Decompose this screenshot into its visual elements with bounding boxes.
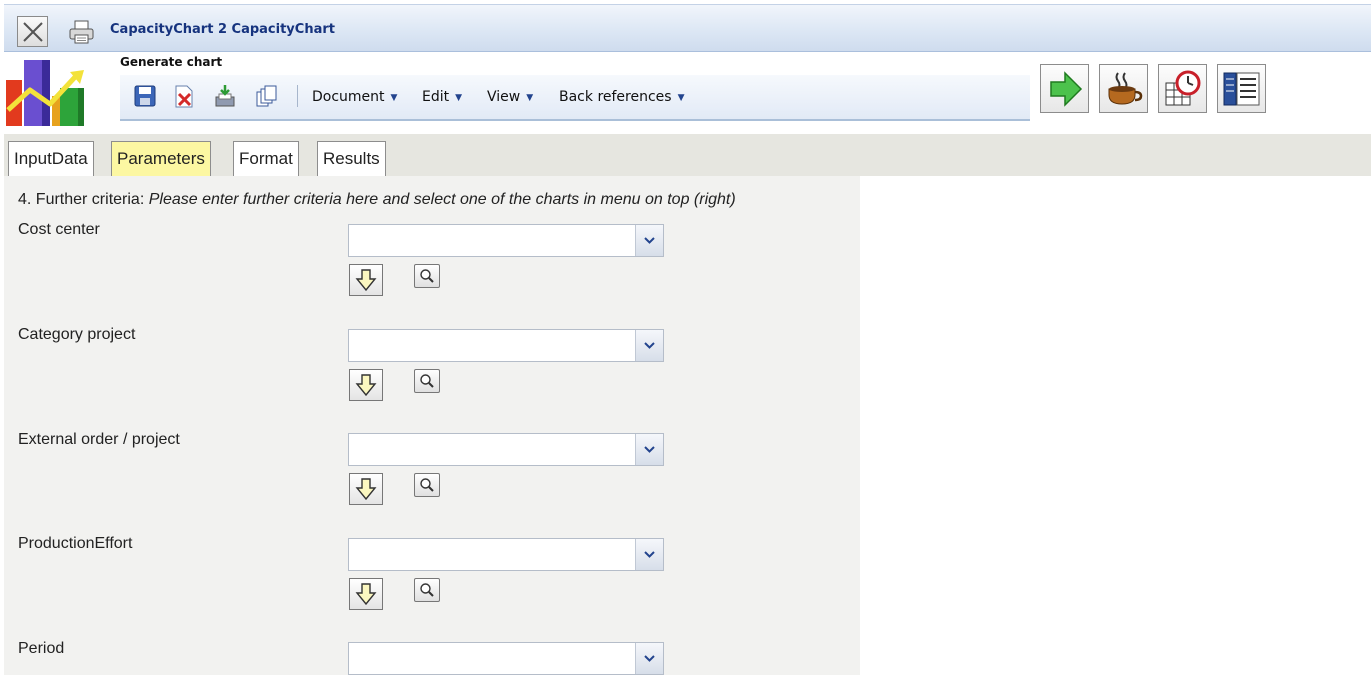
bar-chart-logo-icon: [4, 52, 118, 130]
printer-icon: [69, 20, 94, 44]
app-logo: [4, 52, 118, 130]
run-chart-button[interactable]: [1040, 64, 1089, 113]
field-label-cost-center: Cost center: [18, 221, 100, 238]
category-project-lookup-button[interactable]: [414, 369, 440, 393]
report-button[interactable]: [1217, 64, 1266, 113]
menu-edit-label: Edit: [422, 89, 450, 105]
next-arrow-icon: [1050, 71, 1083, 107]
save-icon: [134, 85, 156, 107]
delete-button[interactable]: [173, 84, 195, 108]
chevron-down-icon: [644, 342, 655, 349]
production-effort-select[interactable]: [348, 538, 664, 571]
external-order-add-button[interactable]: [349, 473, 383, 505]
field-label-category-project: Category project: [18, 326, 136, 343]
magnifier-icon: [420, 269, 434, 283]
production-effort-add-button[interactable]: [349, 578, 383, 610]
menu-view-label: View: [487, 89, 521, 105]
dropdown-button[interactable]: [635, 225, 663, 256]
menu-edit[interactable]: Edit ▼: [422, 89, 462, 105]
magnifier-icon: [420, 583, 434, 597]
parameters-panel: 4. Further criteria: Please enter furthe…: [4, 176, 860, 675]
copy-button[interactable]: [255, 84, 277, 108]
dropdown-button[interactable]: [635, 434, 663, 465]
toolbar: Document ▼ Edit ▼ View ▼ Back references ▼: [120, 75, 1030, 121]
dropdown-button[interactable]: [635, 643, 663, 674]
arrow-down-icon: [355, 269, 377, 292]
chevron-down-icon: [644, 551, 655, 558]
menu-back-references-label: Back references: [559, 89, 672, 105]
tab-inputdata[interactable]: InputData: [8, 141, 94, 176]
external-order-select[interactable]: [348, 433, 664, 466]
production-effort-lookup-button[interactable]: [414, 578, 440, 602]
dropdown-arrow-icon: ▼: [390, 93, 398, 103]
close-icon: [23, 22, 43, 42]
save-button[interactable]: [134, 84, 156, 108]
chevron-down-icon: [644, 237, 655, 244]
menu-back-references[interactable]: Back references ▼: [559, 89, 685, 105]
clock-calendar-icon: [1165, 70, 1201, 106]
menu-document[interactable]: Document ▼: [312, 89, 397, 105]
arrow-down-icon: [355, 583, 377, 606]
magnifier-icon: [420, 374, 434, 388]
chevron-down-icon: [644, 446, 655, 453]
tab-format[interactable]: Format: [233, 141, 299, 176]
chevron-down-icon: [644, 655, 655, 662]
field-label-period: Period: [18, 640, 65, 657]
coffee-button[interactable]: [1099, 64, 1148, 113]
category-project-add-button[interactable]: [349, 369, 383, 401]
dropdown-arrow-icon: ▼: [677, 93, 685, 103]
generate-chart-label: Generate chart: [120, 55, 223, 69]
external-order-lookup-button[interactable]: [414, 473, 440, 497]
criteria-hint: Please enter further criteria here and s…: [148, 191, 736, 208]
field-label-production-effort: ProductionEffort: [18, 535, 133, 552]
tab-results[interactable]: Results: [317, 141, 386, 176]
delete-icon: [175, 85, 193, 108]
menu-view[interactable]: View ▼: [487, 89, 533, 105]
tab-parameters[interactable]: Parameters: [111, 141, 211, 176]
criteria-heading: 4. Further criteria: Please enter furthe…: [18, 191, 736, 209]
report-list-icon: [1223, 72, 1260, 106]
dropdown-arrow-icon: ▼: [526, 93, 534, 103]
menu-document-label: Document: [312, 89, 385, 105]
title-bar: CapacityChart 2 CapacityChart: [4, 4, 1371, 52]
close-button[interactable]: [17, 16, 48, 47]
dropdown-button[interactable]: [635, 539, 663, 570]
toolbar-separator: [297, 85, 298, 107]
cost-center-select[interactable]: [348, 224, 664, 257]
dropdown-arrow-icon: ▼: [455, 93, 463, 103]
copy-icon: [256, 85, 277, 107]
export-icon: [215, 85, 235, 107]
arrow-down-icon: [355, 374, 377, 397]
coffee-icon: [1108, 72, 1143, 105]
field-label-external-order: External order / project: [18, 431, 180, 448]
arrow-down-icon: [355, 478, 377, 501]
period-select[interactable]: [348, 642, 664, 675]
print-button[interactable]: [68, 19, 96, 45]
criteria-prefix: 4. Further criteria:: [18, 191, 145, 208]
cost-center-lookup-button[interactable]: [414, 264, 440, 288]
tab-strip: InputData Parameters Format Results: [4, 134, 1371, 176]
window-title: CapacityChart 2 CapacityChart: [110, 22, 335, 37]
category-project-select[interactable]: [348, 329, 664, 362]
dropdown-button[interactable]: [635, 330, 663, 361]
export-button[interactable]: [214, 84, 236, 108]
schedule-button[interactable]: [1158, 64, 1207, 113]
cost-center-add-button[interactable]: [349, 264, 383, 296]
magnifier-icon: [420, 478, 434, 492]
